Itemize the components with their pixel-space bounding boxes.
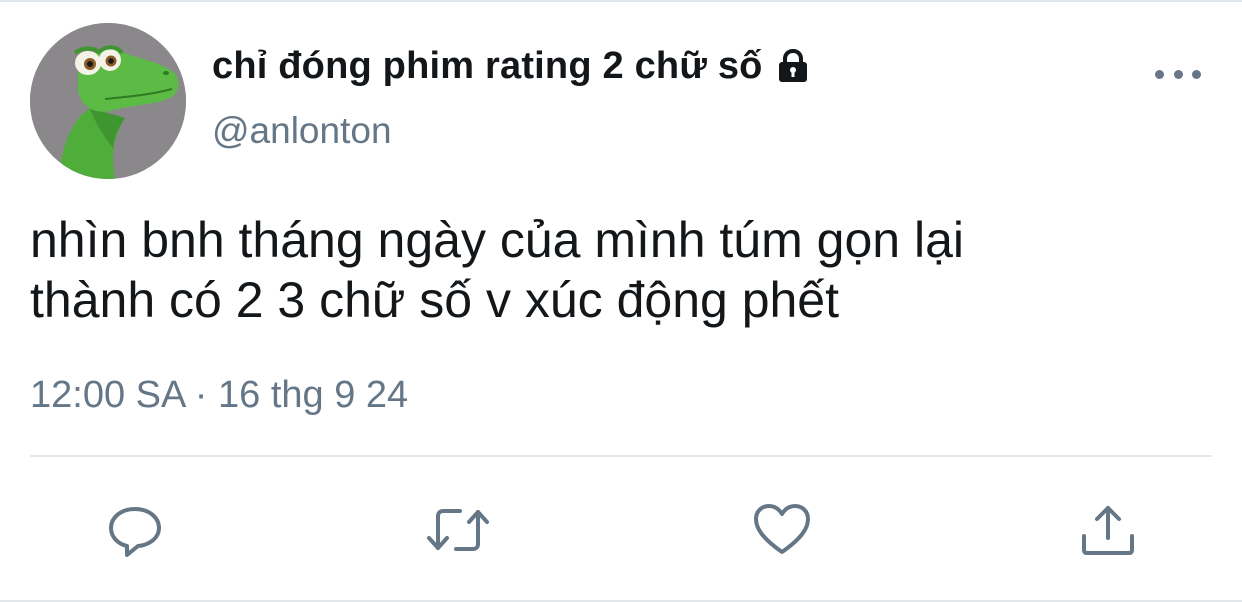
share-button[interactable] — [1078, 500, 1138, 560]
retweet-icon — [426, 500, 490, 560]
more-dot — [1155, 69, 1164, 79]
avatar[interactable] — [30, 23, 186, 179]
like-button[interactable] — [752, 500, 812, 560]
tweet-text: nhìn bnh tháng ngày của mình túm gọn lại… — [30, 210, 1210, 330]
heart-icon — [752, 500, 812, 560]
display-name[interactable]: chỉ đóng phim rating 2 chữ số — [212, 45, 763, 88]
tweet-timestamp[interactable]: 12:00 SA · 16 thg 9 24 — [30, 374, 408, 417]
tweet-text-line: thành có 2 3 chữ số v xúc động phết — [30, 272, 840, 328]
reply-button[interactable] — [105, 500, 165, 560]
dinosaur-avatar-image — [30, 23, 186, 179]
more-dot — [1192, 69, 1201, 79]
share-icon — [1078, 500, 1138, 560]
display-name-row[interactable]: chỉ đóng phim rating 2 chữ số — [212, 40, 811, 92]
top-border — [0, 0, 1242, 2]
tweet-text-line: nhìn bnh tháng ngày của mình túm gọn lại — [30, 212, 964, 268]
retweet-button[interactable] — [426, 500, 490, 560]
more-dot — [1173, 69, 1183, 79]
user-handle[interactable]: @anlonton — [212, 110, 392, 152]
more-options-icon[interactable] — [1155, 60, 1201, 88]
reply-icon — [105, 500, 165, 560]
divider — [30, 455, 1212, 457]
lock-icon — [775, 48, 811, 84]
